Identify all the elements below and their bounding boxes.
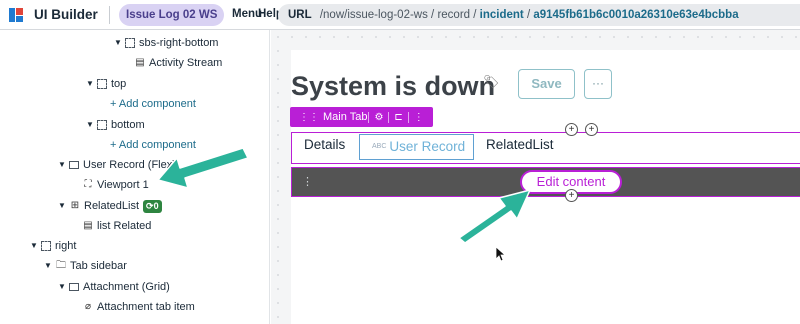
tree-item-activity-stream[interactable]: ▤ Activity Stream [134,53,222,73]
drag-handle-icon[interactable]: ⋮⋮ [299,112,319,123]
component-tree: ▼ sbs-right-bottom ▤ Activity Stream ▼ t… [0,30,270,324]
tree-item-attachment-tab-item[interactable]: ⌀ Attachment tab item [82,297,195,317]
add-below-plus-icon[interactable]: + [565,189,578,202]
caret-down-icon[interactable]: ▼ [58,277,68,297]
add-component-link[interactable]: + Add component [110,135,196,155]
tree-item-tab-sidebar[interactable]: ▼ 🗀 Tab sidebar [44,256,127,276]
more-options-button[interactable]: ··· [584,69,612,99]
add-component-link[interactable]: + Add component [110,94,196,114]
component-toolbar[interactable]: ⋮⋮ Main Tab ⚙ ⊏ ⋮ [290,107,433,127]
url-path: /now/issue-log-02-ws / record / [319,9,477,21]
add-above-plus-icon[interactable]: + [565,123,578,136]
settings-sliders-icon[interactable]: ⚙ [374,112,383,123]
builder-canvas[interactable]: System is down 🏷 Save ··· ⋮⋮ Main Tab ⚙ … [271,30,800,324]
tree-item-user-record-flex[interactable]: ▼ User Record (Flex) [58,155,176,175]
app-title: UI Builder [34,7,98,22]
tag-icon[interactable]: 🏷 [483,74,500,90]
drag-handle-icon[interactable]: ⋮ [302,175,313,188]
related-list-icon: ⊞ [70,200,80,211]
rect-icon [69,283,79,291]
tree-item-top[interactable]: ▼ top [86,74,126,94]
url-separator: / [526,9,531,21]
caret-down-icon[interactable]: ▼ [58,196,68,216]
refresh-badge: ⟳0 [143,199,162,213]
app-header: UI Builder Issue Log 02 WS Menu Help URL… [0,0,800,30]
tree-item-attachment-grid[interactable]: ▼ Attachment (Grid) [58,277,170,297]
header-divider [109,6,110,24]
tree-item-right[interactable]: ▼ right [30,236,76,256]
caret-down-icon[interactable]: ▼ [86,115,96,135]
url-table-link[interactable]: incident [480,9,524,21]
tree-item-list-related[interactable]: ▤ list Related [82,216,151,236]
experience-pill[interactable]: Issue Log 02 WS [119,4,225,26]
url-bar[interactable]: URL /now/issue-log-02-ws / record / inci… [278,4,800,26]
tab-user-record[interactable]: ABC User Record [359,134,474,160]
list-icon: ▤ [135,57,145,68]
app-logo-icon [9,8,23,22]
caret-down-icon[interactable]: ▼ [58,155,68,175]
tabs-container: Details ABC User Record RelatedList [291,132,800,164]
tab-relatedlist[interactable]: RelatedList [486,137,554,152]
dashed-box-icon [97,120,107,130]
toolbar-component-label: Main Tab [323,111,368,123]
dashed-box-icon [125,38,135,48]
save-button[interactable]: Save [518,69,575,99]
rect-icon [69,161,79,169]
viewport-icon: ⛶ [84,179,92,190]
dashed-box-icon [97,79,107,89]
add-above-plus-icon[interactable]: + [585,123,598,136]
caret-down-icon[interactable]: ▼ [86,74,96,94]
tree-item-viewport-1[interactable]: ⛶ Viewport 1 [82,175,149,195]
tree-item-bottom[interactable]: ▼ bottom [86,115,145,135]
url-label: URL [288,9,312,21]
caret-down-icon[interactable]: ▼ [114,33,124,53]
record-title: System is down [291,71,496,101]
caret-down-icon[interactable]: ▼ [30,236,40,256]
dashed-box-icon [41,241,51,251]
tab-details[interactable]: Details [304,137,345,152]
caret-down-icon[interactable]: ▼ [44,256,54,276]
tree-item-sbs-right-bottom[interactable]: ▼ sbs-right-bottom [114,33,218,53]
hierarchy-icon[interactable]: ⊏ [394,112,402,123]
url-sys-id-link[interactable]: a9145fb61b6c0010a26310e63e4bcbba [533,9,738,21]
list-icon: ▤ [83,220,93,231]
paperclip-icon: ⌀ [84,301,92,312]
text-type-icon: ABC [372,143,387,151]
tree-item-relatedlist[interactable]: ▼ ⊞ RelatedList ⟳0 [58,196,162,216]
kebab-menu-icon[interactable]: ⋮ [414,112,424,123]
folder-tab-icon: 🗀 [56,260,66,271]
